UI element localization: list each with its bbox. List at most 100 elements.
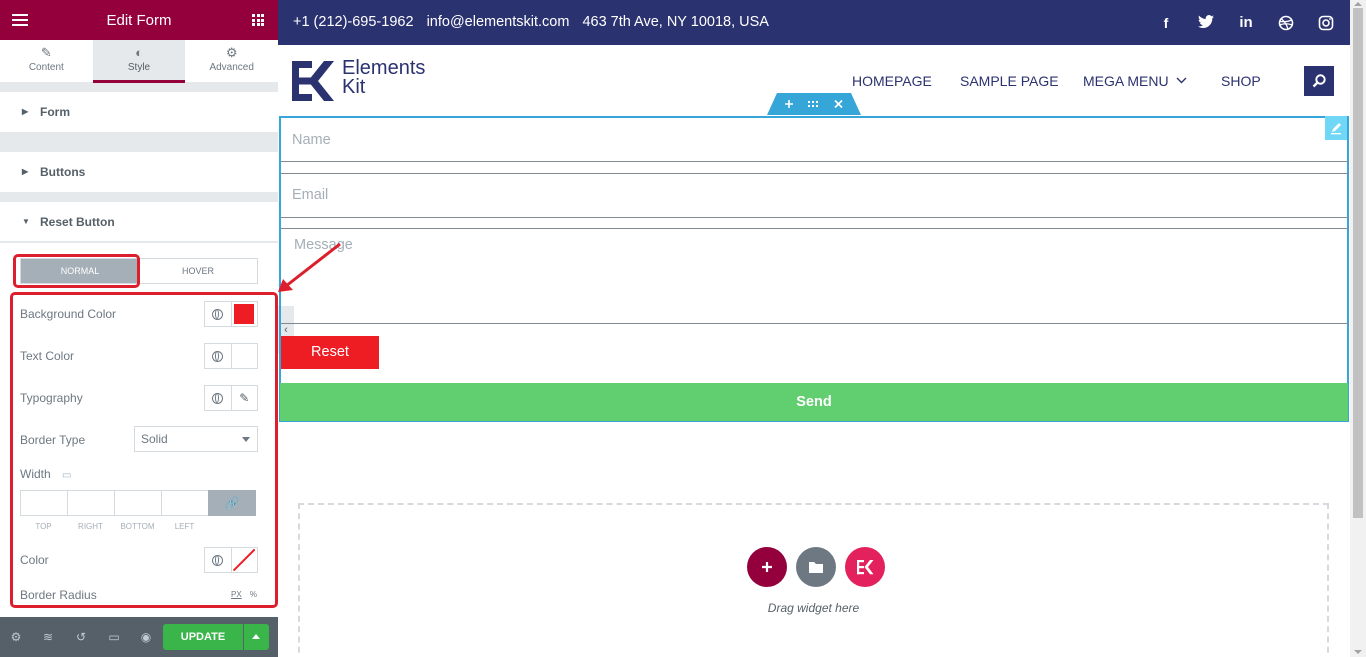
- settings-icon[interactable]: ⚙: [9, 630, 23, 644]
- drop-zone[interactable]: Drag widget here: [298, 503, 1329, 657]
- instagram-icon[interactable]: [1318, 15, 1334, 31]
- facebook-icon[interactable]: f: [1158, 15, 1174, 31]
- dim-label-right: RIGHT: [78, 522, 103, 531]
- linkedin-icon[interactable]: in: [1238, 15, 1254, 31]
- update-button[interactable]: UPDATE: [163, 624, 243, 650]
- page-scrollbar[interactable]: [1350, 0, 1366, 657]
- update-options-button[interactable]: [244, 624, 269, 650]
- preview-eye-icon[interactable]: ◉: [139, 630, 153, 644]
- panel-header: Edit Form: [0, 0, 278, 40]
- chevron-down-icon: [1176, 77, 1187, 84]
- background-color-picker[interactable]: [230, 302, 258, 326]
- tab-content[interactable]: ✎ Content: [0, 40, 93, 82]
- nav-mega-menu[interactable]: MEGA MENU: [1083, 73, 1187, 89]
- background-color-label: Background Color: [20, 307, 117, 321]
- global-fonts-button[interactable]: [205, 386, 231, 410]
- name-placeholder: Name: [292, 132, 331, 148]
- globe-icon: [212, 392, 224, 404]
- email-field[interactable]: Email: [281, 173, 1349, 218]
- nav-sample-page[interactable]: SAMPLE PAGE: [960, 73, 1059, 89]
- border-type-label: Border Type: [20, 433, 86, 447]
- message-field[interactable]: Message: [281, 228, 1349, 324]
- section-buttons-label: Buttons: [40, 165, 86, 179]
- tab-style[interactable]: ◐ Style: [92, 40, 186, 83]
- width-bottom-input[interactable]: [114, 490, 161, 516]
- editor-panel: Edit Form ✎ Content ◐ Style ⚙ Advanced ▶…: [0, 0, 278, 657]
- site-topbar: +1 (212)-695-1962 info@elementskit.com 4…: [278, 0, 1350, 45]
- text-color-picker[interactable]: [230, 344, 258, 368]
- tab-advanced[interactable]: ⚙ Advanced: [185, 40, 278, 82]
- globe-icon: [212, 308, 224, 320]
- send-button[interactable]: Send: [280, 383, 1348, 421]
- editor-window: Edit Form ✎ Content ◐ Style ⚙ Advanced ▶…: [0, 0, 1366, 657]
- search-icon: [1312, 74, 1326, 88]
- pencil-icon: [1331, 123, 1341, 135]
- phone-number[interactable]: +1 (212)-695-1962: [293, 14, 414, 30]
- edit-typography-button[interactable]: ✎: [230, 386, 258, 410]
- border-color-picker[interactable]: [230, 548, 258, 572]
- section-reset-button[interactable]: ▼ Reset Button: [0, 202, 278, 242]
- nav-shop[interactable]: SHOP: [1221, 73, 1261, 89]
- section-form[interactable]: ▶ Form: [0, 92, 278, 132]
- border-color-control: [204, 547, 258, 573]
- link-icon: 🔗: [224, 496, 240, 510]
- address: 463 7th Ave, NY 10018, USA: [582, 14, 769, 30]
- email-address[interactable]: info@elementskit.com: [427, 14, 570, 30]
- elementskit-logo-icon[interactable]: [292, 61, 338, 101]
- border-type-value: Solid: [141, 432, 168, 446]
- tab-content-label: Content: [28, 62, 64, 73]
- search-button[interactable]: [1304, 66, 1334, 96]
- border-radius-label: Border Radius: [20, 588, 97, 602]
- section-form-label: Form: [40, 105, 70, 119]
- globe-icon: [212, 350, 224, 362]
- dribbble-icon[interactable]: [1278, 15, 1294, 31]
- responsive-mode-icon[interactable]: ▭: [107, 630, 121, 644]
- width-left-input[interactable]: [161, 490, 208, 516]
- logo-line-2: Kit: [342, 76, 366, 98]
- contact-info: +1 (212)-695-1962 info@elementskit.com 4…: [293, 14, 778, 30]
- global-colors-button[interactable]: [205, 344, 231, 368]
- nav-mega-menu-label: MEGA MENU: [1083, 73, 1169, 89]
- section-buttons[interactable]: ▶ Buttons: [0, 152, 278, 192]
- global-colors-button[interactable]: [205, 302, 231, 326]
- gear-icon: ⚙: [225, 45, 238, 60]
- scroll-down-arrow-icon[interactable]: [1354, 650, 1362, 654]
- edit-widget-button[interactable]: [1325, 116, 1347, 140]
- width-label-text: Width: [20, 467, 51, 481]
- no-color-swatch: [233, 549, 255, 571]
- global-colors-button[interactable]: [205, 548, 231, 572]
- widgets-grid-icon[interactable]: [252, 14, 264, 26]
- history-icon[interactable]: ↺: [74, 630, 88, 644]
- link-values-button[interactable]: 🔗: [208, 490, 256, 516]
- typography-label: Typography: [20, 391, 83, 405]
- width-dimensions: 🔗: [20, 490, 258, 516]
- border-type-select[interactable]: Solid: [134, 426, 258, 452]
- pencil-icon: ✎: [40, 45, 52, 60]
- width-right-input[interactable]: [67, 490, 114, 516]
- unit-px[interactable]: PX: [231, 590, 242, 599]
- add-new-section-button[interactable]: [747, 547, 787, 587]
- scrollbar-thumb[interactable]: [1353, 8, 1363, 518]
- width-top-input[interactable]: [20, 490, 67, 516]
- scroll-up-arrow-icon[interactable]: [1354, 2, 1362, 6]
- annotation-highlight-normal: [13, 254, 140, 288]
- caret-right-icon: ▶: [22, 107, 29, 116]
- twitter-icon[interactable]: [1198, 15, 1214, 31]
- plus-icon: [762, 562, 772, 572]
- dim-label-top: TOP: [35, 522, 52, 531]
- reset-button[interactable]: Reset: [281, 336, 379, 369]
- form-widget[interactable]: Name Email Message: [279, 116, 1349, 422]
- unit-percent[interactable]: %: [250, 590, 257, 599]
- drag-widget-hint: Drag widget here: [767, 601, 860, 615]
- desktop-icon[interactable]: ▭: [62, 470, 71, 481]
- add-template-button[interactable]: [796, 547, 836, 587]
- name-field[interactable]: Name: [281, 126, 1349, 162]
- logo-text[interactable]: Elements Kit: [342, 58, 425, 98]
- nav-homepage[interactable]: HOMEPAGE: [852, 73, 932, 89]
- navigator-icon[interactable]: ≋: [41, 630, 55, 644]
- elementskit-library-button[interactable]: [845, 547, 885, 587]
- dim-label-left: LEFT: [174, 522, 195, 531]
- tab-hover[interactable]: HOVER: [139, 259, 257, 283]
- reset-button-controls: NORMAL HOVER Background Color Text Color…: [0, 243, 278, 623]
- pencil-icon: ✎: [239, 391, 250, 405]
